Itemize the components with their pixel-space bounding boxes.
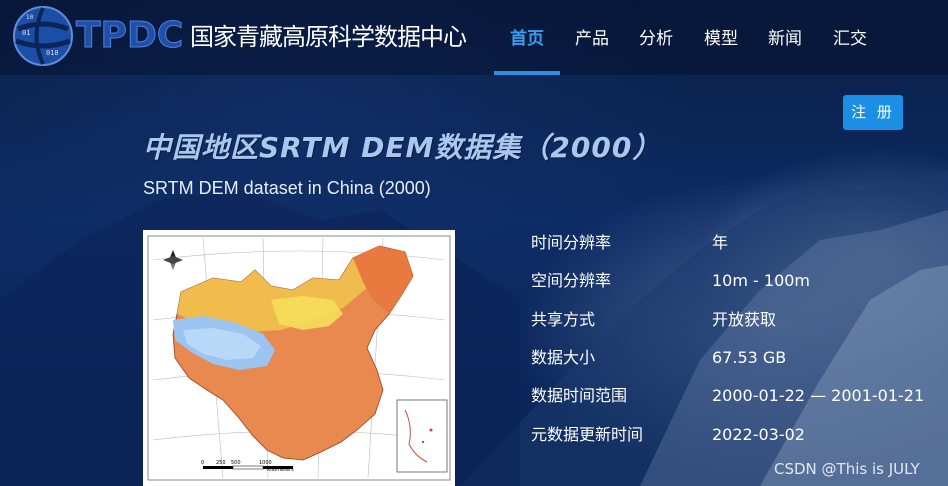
info-value-sharing: 开放获取 [712, 310, 777, 329]
nav-active-indicator [494, 71, 560, 75]
svg-text:10: 10 [26, 14, 34, 21]
csdn-watermark: CSDN @This is JULY [774, 460, 920, 478]
globe-logo-icon[interactable]: 01 010 10 [12, 5, 74, 67]
dataset-subtitle: SRTM DEM dataset in China (2000) [143, 178, 431, 198]
dataset-title: 中国地区SRTM DEM数据集（2000） [143, 131, 662, 164]
info-value-data-size: 67.53 GB [712, 348, 787, 367]
info-value-metadata-updated: 2022-03-02 [712, 425, 805, 444]
dataset-map-thumbnail[interactable]: 0 250 500 1000 Kilometers [143, 230, 455, 486]
info-label-spatial-resolution: 空间分辨率 [531, 271, 612, 290]
svg-text:01: 01 [22, 29, 30, 37]
site-name[interactable]: 国家青藏高原科学数据中心 [190, 22, 467, 52]
scale-tick-0: 0 [201, 460, 204, 466]
svg-text:010: 010 [46, 49, 59, 57]
info-value-temporal-resolution: 年 [712, 233, 729, 252]
info-label-time-range: 数据时间范围 [531, 386, 628, 405]
info-label-temporal-resolution: 时间分辨率 [531, 233, 612, 252]
scale-tick-250: 250 [216, 460, 226, 466]
info-label-data-size: 数据大小 [531, 348, 596, 367]
china-dem-map: 0 250 500 1000 Kilometers [147, 235, 451, 481]
nav-home[interactable]: 首页 [510, 26, 544, 52]
info-label-metadata-updated: 元数据更新时间 [531, 425, 644, 444]
register-button[interactable]: 注 册 [843, 95, 903, 130]
nav-products[interactable]: 产品 [575, 26, 609, 52]
info-value-time-range: 2000-01-22 — 2001-01-21 [712, 386, 925, 405]
info-value-spatial-resolution: 10m - 100m [712, 271, 811, 290]
nav-models[interactable]: 模型 [704, 26, 738, 52]
nav-news[interactable]: 新闻 [768, 26, 802, 52]
tpdc-logo-text[interactable]: TPDC [75, 14, 183, 58]
scale-unit-label: Kilometers [267, 467, 294, 473]
scale-tick-1000: 1000 [259, 460, 272, 466]
nav-submission[interactable]: 汇交 [833, 26, 867, 52]
info-label-sharing: 共享方式 [531, 310, 596, 329]
scale-tick-500: 500 [231, 460, 241, 466]
nav-analysis[interactable]: 分析 [639, 26, 673, 52]
